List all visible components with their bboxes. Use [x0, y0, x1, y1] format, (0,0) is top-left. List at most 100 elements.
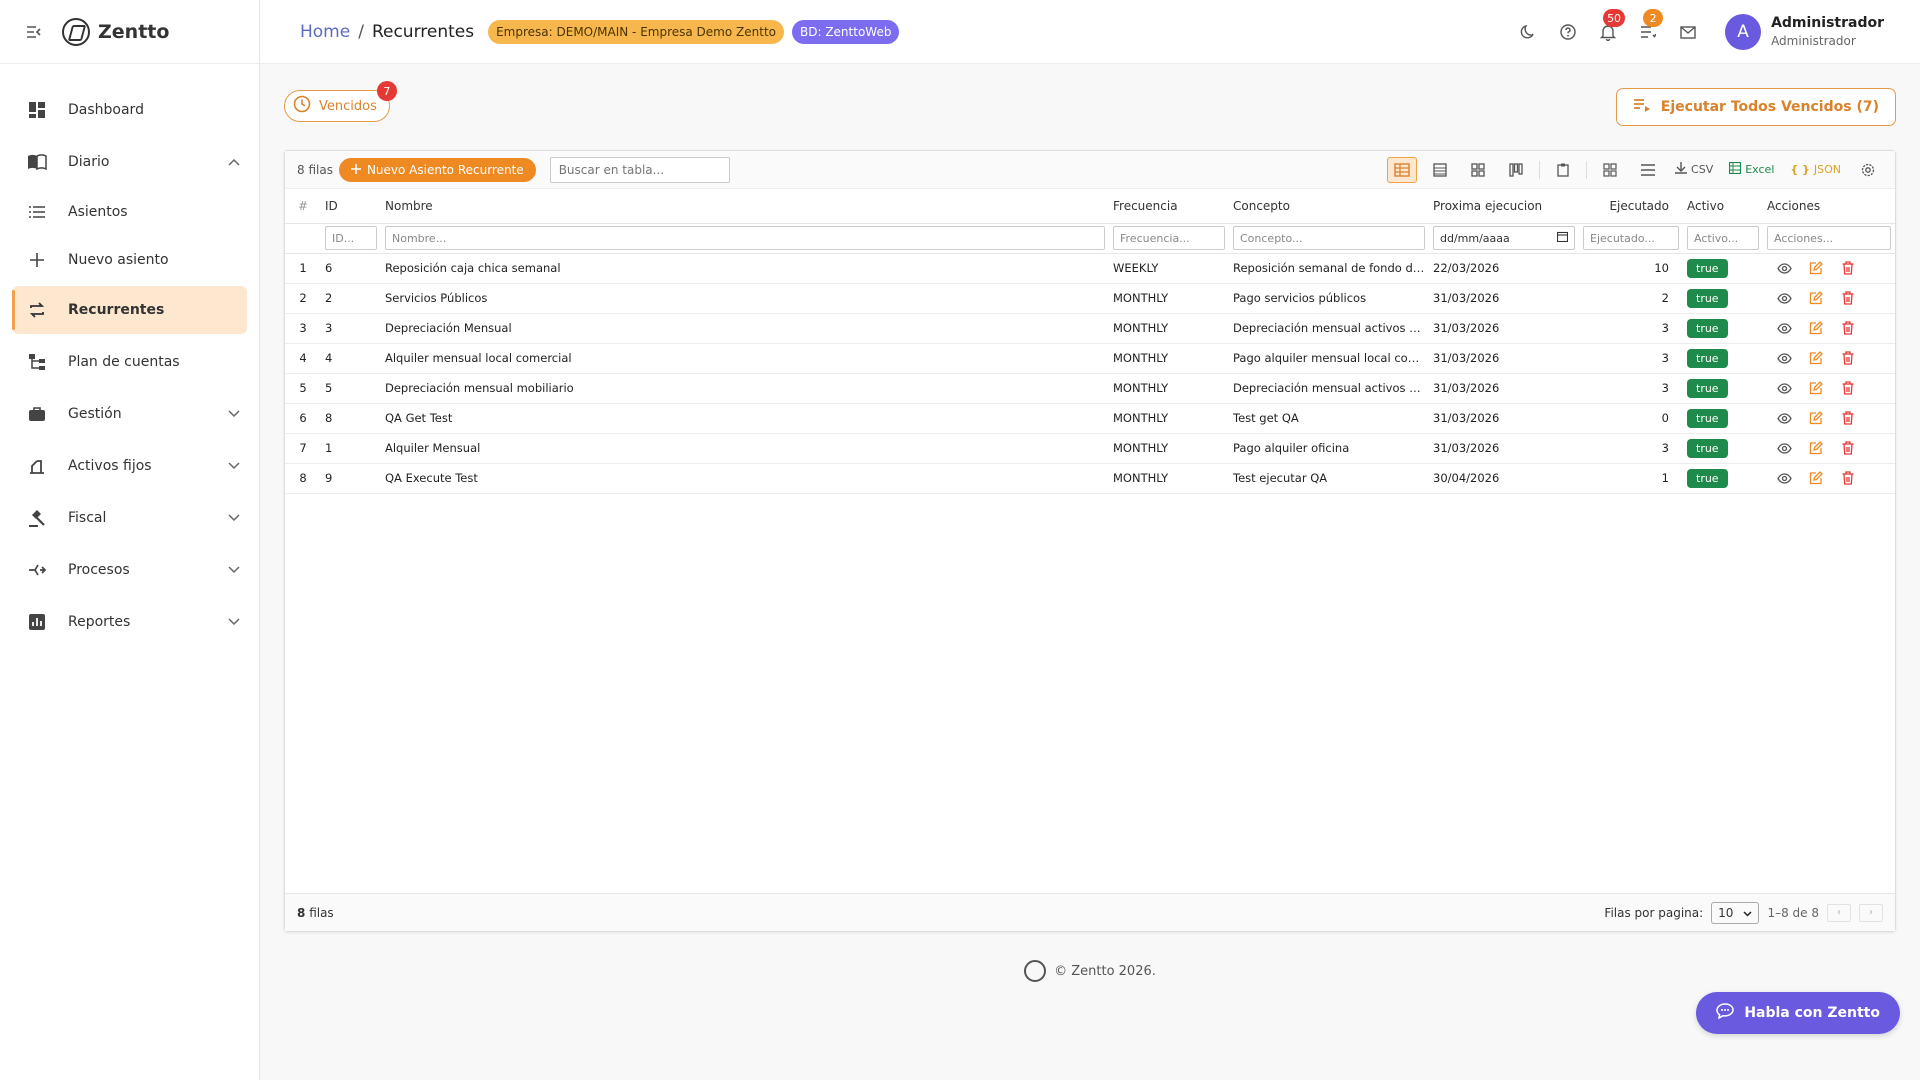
- export-json-button[interactable]: { } JSON: [1786, 157, 1845, 183]
- database-chip[interactable]: BD: ZenttoWeb: [792, 19, 900, 44]
- cell-concepto: Depreciación mensual activos fijos: [1229, 313, 1429, 344]
- vencidos-filter-button[interactable]: Vencidos 7: [284, 81, 397, 122]
- col-header-ejecutado[interactable]: Ejecutado: [1579, 189, 1683, 223]
- new-recurring-entry-button[interactable]: Nuevo Asiento Recurrente: [338, 157, 536, 182]
- density-icon[interactable]: [1633, 157, 1663, 183]
- table-search-input[interactable]: [549, 156, 730, 183]
- table-view-icon[interactable]: [1387, 156, 1418, 183]
- sidebar-item-dashboard[interactable]: Dashboard: [12, 86, 247, 134]
- table-row[interactable]: 1 6 Reposición caja chica semanal WEEKLY Rep…: [285, 253, 1895, 284]
- edit-icon[interactable]: [1807, 289, 1825, 307]
- col-header-activo[interactable]: Activo: [1683, 189, 1763, 223]
- cell-frecuencia: WEEKLY: [1109, 253, 1229, 284]
- kanban-view-icon[interactable]: [1501, 157, 1531, 183]
- table-row[interactable]: 2 2 Servicios Públicos MONTHLY Pago servicio…: [285, 283, 1895, 314]
- table-row[interactable]: 5 5 Depreciación mensual mobiliario MONTHLY…: [285, 373, 1895, 404]
- sidebar-item-fiscal[interactable]: Fiscal: [12, 494, 247, 542]
- clipboard-icon[interactable]: [1548, 157, 1578, 183]
- company-chip[interactable]: Empresa: DEMO/MAIN - Empresa Demo Zentto: [488, 19, 784, 44]
- sidebar-item-asientos[interactable]: Asientos: [12, 190, 247, 234]
- mail-icon[interactable]: [1677, 21, 1699, 43]
- filter-row: ID... Nombre... Frecuencia... Concepto..…: [285, 222, 1895, 254]
- sidebar-item-gestion[interactable]: Gestión: [12, 390, 247, 438]
- breadcrumb-home-link[interactable]: Home: [300, 22, 350, 42]
- help-icon[interactable]: [1557, 21, 1579, 43]
- view-eye-icon[interactable]: [1775, 439, 1793, 457]
- filter-acciones-input[interactable]: Acciones...: [1767, 226, 1891, 250]
- delete-trash-icon[interactable]: [1839, 469, 1857, 487]
- collapse-sidebar-icon[interactable]: [24, 22, 44, 42]
- view-eye-icon[interactable]: [1775, 319, 1793, 337]
- cell-proxima: 30/04/2026: [1429, 463, 1579, 494]
- table-row[interactable]: 8 9 QA Execute Test MONTHLY Test ejecutar QA…: [285, 463, 1895, 494]
- filter-frecuencia-input[interactable]: Frecuencia...: [1113, 226, 1225, 250]
- delete-trash-icon[interactable]: [1839, 379, 1857, 397]
- row-actions: [1767, 439, 1891, 457]
- next-page-button[interactable]: ›: [1859, 903, 1883, 922]
- filter-nombre-input[interactable]: Nombre...: [385, 226, 1105, 250]
- sidebar-item-diario[interactable]: Diario: [12, 138, 247, 186]
- table-row[interactable]: 4 4 Alquiler mensual local comercial MONTHL…: [285, 343, 1895, 374]
- col-header-nombre[interactable]: Nombre: [381, 189, 1109, 223]
- filter-concepto-input[interactable]: Concepto...: [1233, 226, 1425, 250]
- filter-id-input[interactable]: ID...: [325, 226, 377, 250]
- notifications-bell-icon[interactable]: 50: [1597, 9, 1626, 43]
- sidebar-item-reportes[interactable]: Reportes: [12, 598, 247, 646]
- delete-trash-icon[interactable]: [1839, 289, 1857, 307]
- edit-icon[interactable]: [1807, 469, 1825, 487]
- col-header-frecuencia[interactable]: Frecuencia: [1109, 189, 1229, 223]
- dark-mode-moon-icon[interactable]: [1517, 21, 1539, 43]
- edit-icon[interactable]: [1807, 349, 1825, 367]
- table-row[interactable]: 3 3 Depreciación Mensual MONTHLY Depreciació…: [285, 313, 1895, 344]
- sidebar-item-nuevo-asiento[interactable]: Nuevo asiento: [12, 238, 247, 282]
- view-eye-icon[interactable]: [1775, 469, 1793, 487]
- delete-trash-icon[interactable]: [1839, 319, 1857, 337]
- delete-trash-icon[interactable]: [1839, 259, 1857, 277]
- avatar[interactable]: A: [1725, 14, 1762, 50]
- table-row[interactable]: 7 1 Alquiler Mensual MONTHLY Pago alquiler o…: [285, 433, 1895, 464]
- col-header-concepto[interactable]: Concepto: [1229, 189, 1429, 223]
- view-eye-icon[interactable]: [1775, 409, 1793, 427]
- cell-num: 8: [285, 463, 321, 494]
- view-eye-icon[interactable]: [1775, 379, 1793, 397]
- col-header-acciones: Acciones: [1767, 198, 1821, 213]
- edit-icon[interactable]: [1807, 439, 1825, 457]
- filter-activo-input[interactable]: Activo...: [1687, 226, 1759, 250]
- execute-all-overdue-button[interactable]: Ejecutar Todos Vencidos (7): [1615, 88, 1896, 126]
- export-csv-button[interactable]: CSV: [1671, 157, 1717, 183]
- cell-proxima: 22/03/2026: [1429, 253, 1579, 284]
- filter-date-input[interactable]: dd/mm/aaaa: [1433, 226, 1575, 250]
- settings-gear-icon[interactable]: [1853, 157, 1883, 183]
- delete-trash-icon[interactable]: [1839, 349, 1857, 367]
- app-logo[interactable]: Zentto: [62, 17, 169, 46]
- delete-trash-icon[interactable]: [1839, 409, 1857, 427]
- status-badge: true: [1687, 318, 1728, 338]
- user-info[interactable]: Administrador Administrador: [1771, 14, 1884, 50]
- table-row[interactable]: 6 8 QA Get Test MONTHLY Test get QA 31/03/202…: [285, 403, 1895, 434]
- filter-ejecutado-input[interactable]: Ejecutado...: [1583, 226, 1679, 250]
- view-eye-icon[interactable]: [1775, 349, 1793, 367]
- card-view-icon[interactable]: [1463, 157, 1493, 183]
- calendar-icon[interactable]: [1556, 231, 1569, 245]
- sidebar-item-activos-fijos[interactable]: Activos fijos: [12, 442, 247, 490]
- col-header-id[interactable]: ID: [321, 189, 381, 223]
- edit-icon[interactable]: [1807, 379, 1825, 397]
- edit-icon[interactable]: [1807, 319, 1825, 337]
- columns-grid-icon[interactable]: [1595, 157, 1625, 183]
- delete-trash-icon[interactable]: [1839, 439, 1857, 457]
- sidebar-item-plan-de-cuentas[interactable]: Plan de cuentas: [12, 338, 247, 386]
- export-excel-button[interactable]: Excel: [1725, 157, 1778, 183]
- sidebar-item-recurrentes[interactable]: Recurrentes: [12, 286, 247, 334]
- cell-acciones: [1763, 403, 1895, 434]
- edit-icon[interactable]: [1807, 259, 1825, 277]
- view-eye-icon[interactable]: [1775, 289, 1793, 307]
- tasks-list-icon[interactable]: 2: [1637, 9, 1664, 43]
- prev-page-button[interactable]: ‹: [1827, 903, 1851, 922]
- view-eye-icon[interactable]: [1775, 259, 1793, 277]
- compact-view-icon[interactable]: [1425, 157, 1455, 183]
- col-header-proxima[interactable]: Proxima ejecucion: [1429, 189, 1579, 223]
- rows-per-page-select[interactable]: 10: [1711, 901, 1760, 924]
- edit-icon[interactable]: [1807, 409, 1825, 427]
- sidebar-item-procesos[interactable]: Procesos: [12, 546, 247, 594]
- chat-with-zentto-button[interactable]: Habla con Zentto: [1696, 992, 1900, 1034]
